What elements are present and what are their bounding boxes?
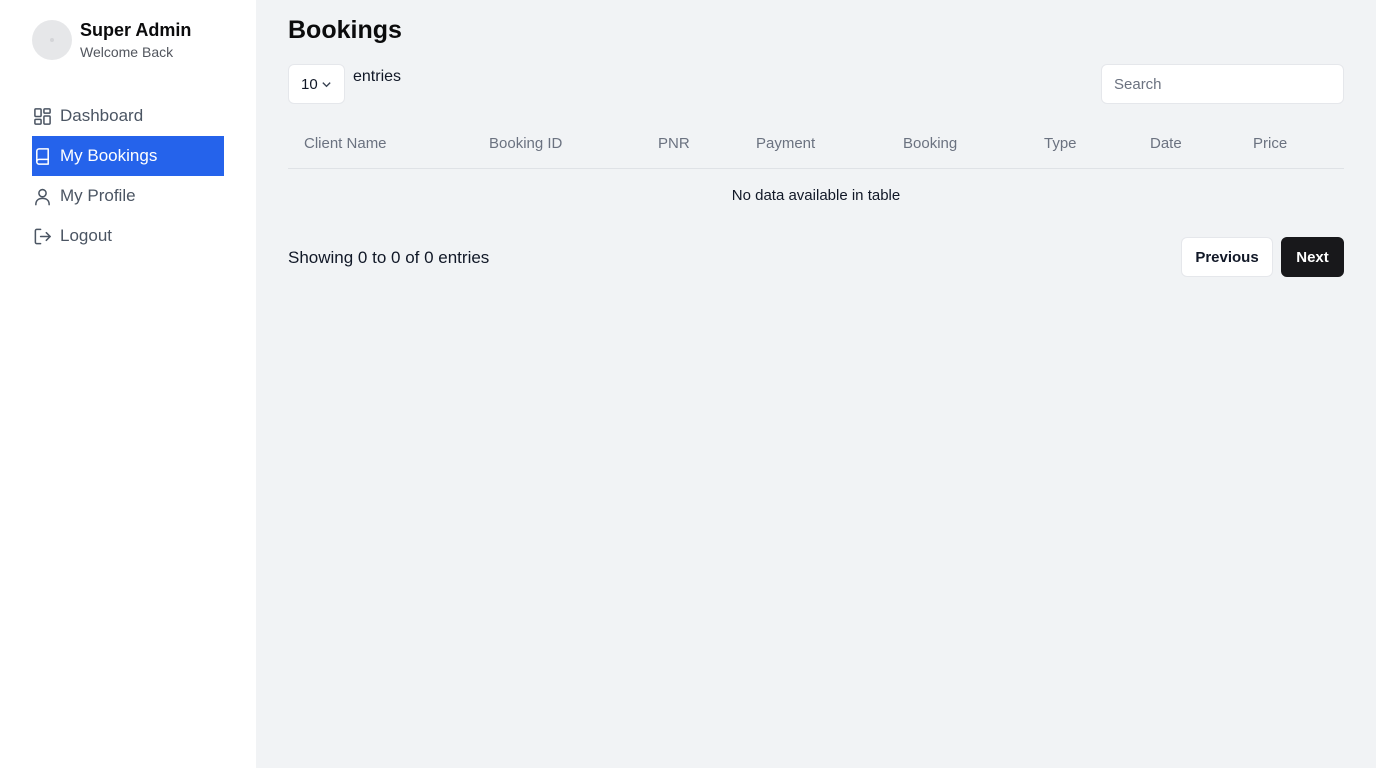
logout-icon <box>32 226 52 246</box>
page-length-select[interactable]: 10 <box>288 64 345 104</box>
column-header-booking-id[interactable]: Booking ID <box>489 135 562 152</box>
column-header-price[interactable]: Price <box>1253 135 1287 152</box>
column-header-pnr[interactable]: PNR <box>658 135 690 152</box>
sidebar-item-label: Logout <box>60 226 112 245</box>
sidebar-nav: Dashboard My Bookings My Profile Logout <box>32 96 224 256</box>
column-header-payment[interactable]: Payment <box>756 135 815 152</box>
book-icon <box>32 146 52 166</box>
page-title: Bookings <box>288 16 402 44</box>
page-length-value: 10 <box>301 75 318 93</box>
welcome-text: Welcome Back <box>80 44 174 60</box>
entries-label: entries <box>353 68 402 85</box>
sidebar: Super Admin Welcome Back Dashboard My Bo… <box>0 0 256 768</box>
chevron-down-icon <box>322 81 331 87</box>
user-profile: Super Admin Welcome Back <box>32 20 191 60</box>
sidebar-item-label: Dashboard <box>60 106 144 125</box>
sidebar-item-label: My Profile <box>60 186 136 205</box>
next-button[interactable]: Next <box>1281 237 1344 277</box>
sidebar-item-my-profile[interactable]: My Profile <box>32 176 224 216</box>
main-content: Bookings 10 entries Client Name Booking … <box>256 0 1376 768</box>
sidebar-item-label: My Bookings <box>60 146 158 165</box>
column-header-type[interactable]: Type <box>1044 135 1077 152</box>
bookings-table: Client Name Booking ID PNR Payment Booki… <box>288 120 1344 221</box>
sidebar-item-logout[interactable]: Logout <box>32 216 224 256</box>
column-header-client-name[interactable]: Client Name <box>304 135 387 152</box>
empty-table-message: No data available in table <box>731 186 901 204</box>
sidebar-item-dashboard[interactable]: Dashboard <box>32 96 224 136</box>
table-info: Showing 0 to 0 of 0 entries <box>288 248 490 267</box>
avatar <box>32 20 72 60</box>
search-input[interactable] <box>1101 64 1344 104</box>
column-header-date[interactable]: Date <box>1150 135 1182 152</box>
table-header: Client Name Booking ID PNR Payment Booki… <box>288 120 1344 169</box>
sidebar-item-my-bookings[interactable]: My Bookings <box>32 136 224 176</box>
user-name: Super Admin <box>80 20 192 40</box>
previous-button[interactable]: Previous <box>1181 237 1273 277</box>
dashboard-icon <box>32 106 52 126</box>
column-header-booking[interactable]: Booking <box>903 135 957 152</box>
user-icon <box>32 186 52 206</box>
